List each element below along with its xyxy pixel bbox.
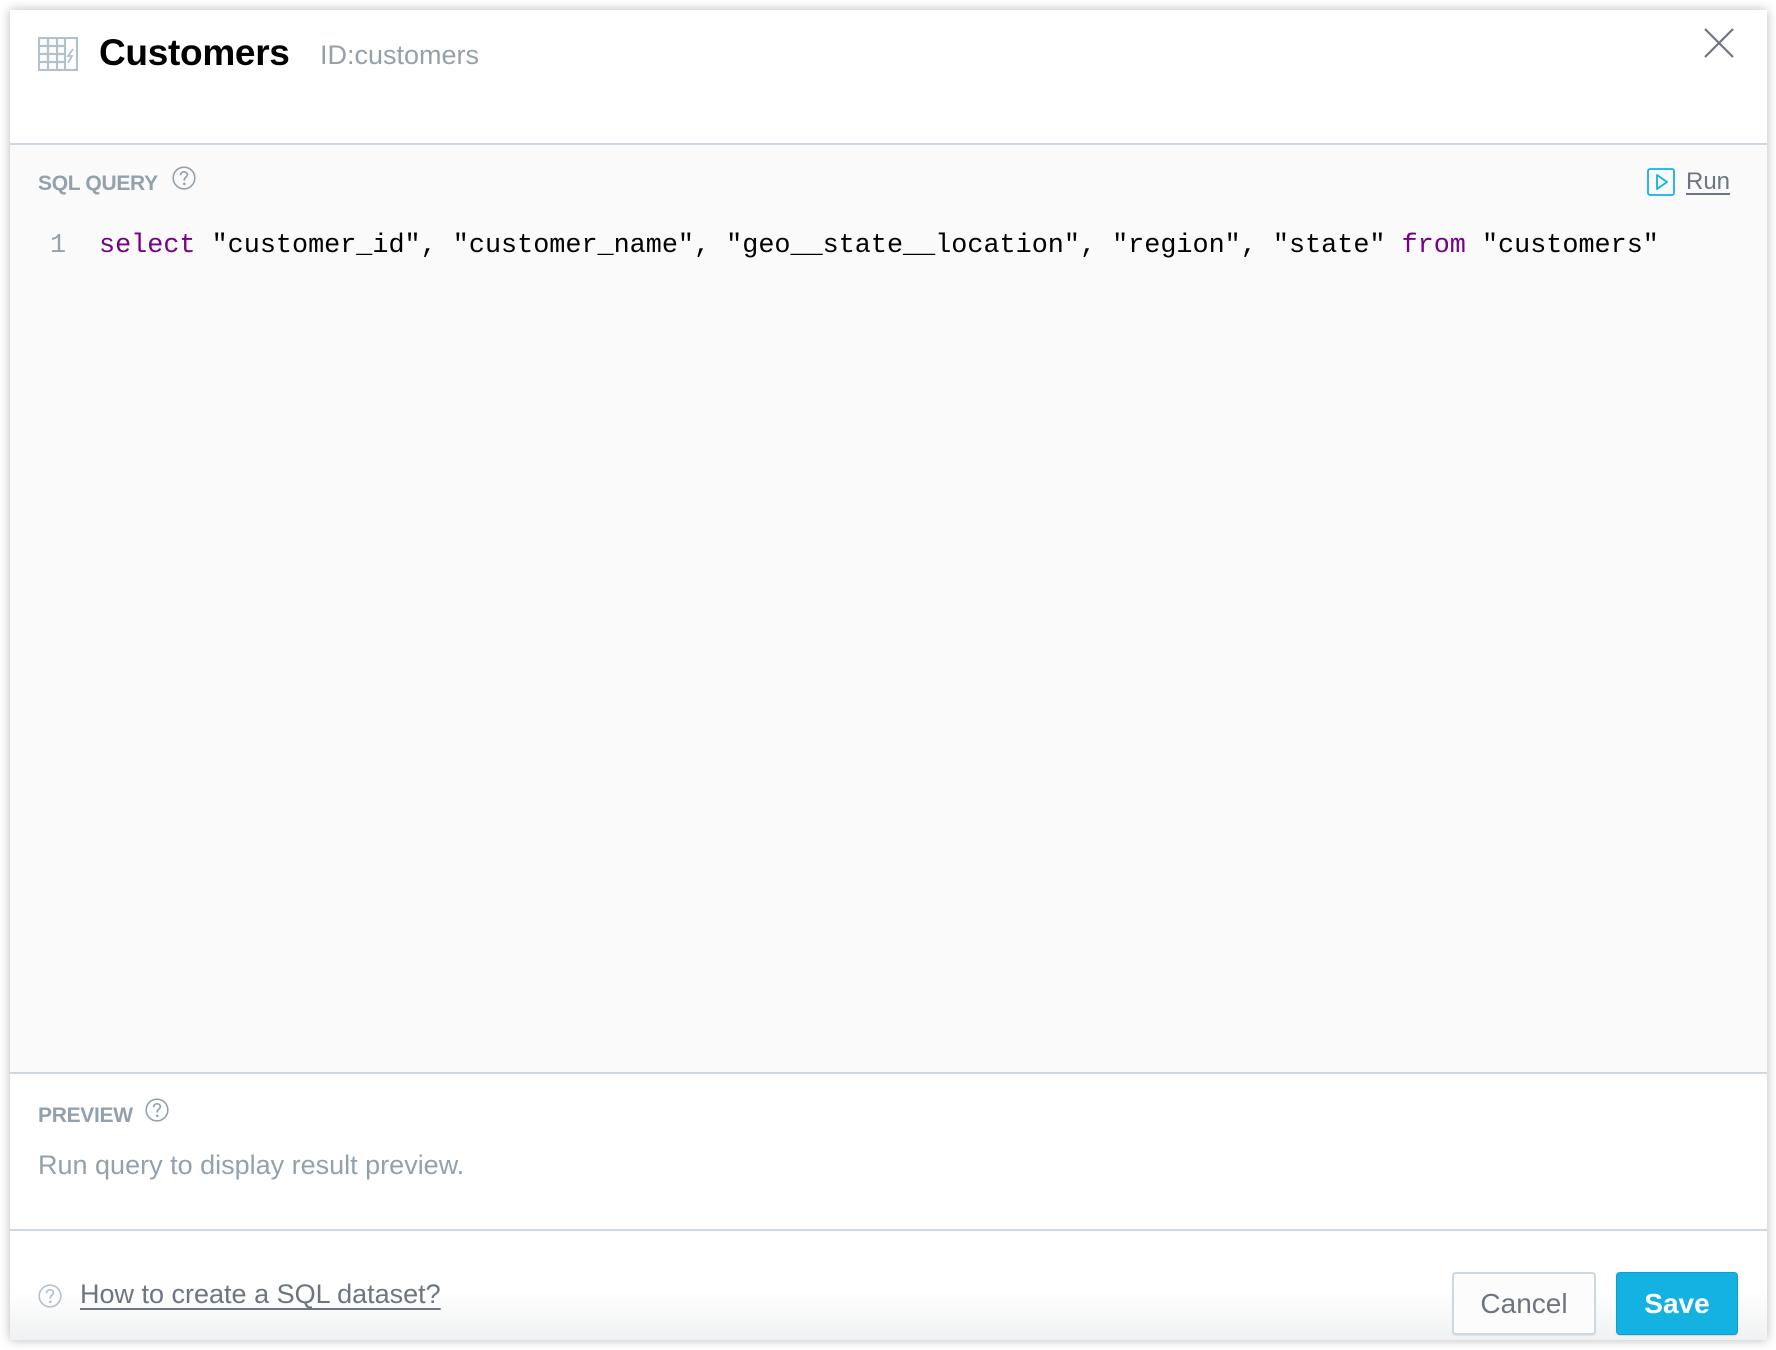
sql-dataset-dialog: Customers ID:customers SQL QUERY Run 1 s…	[10, 10, 1767, 1340]
question-circle-icon	[38, 1284, 62, 1308]
dataset-title: Customers	[99, 32, 290, 73]
preview-label: PREVIEW	[38, 1104, 133, 1127]
save-button[interactable]: Save	[1616, 1272, 1738, 1335]
run-label: Run	[1686, 168, 1731, 195]
line-number: 1	[50, 231, 67, 261]
preview-section: PREVIEW Run query to display result prev…	[10, 1074, 1767, 1231]
play-square-icon	[1647, 168, 1675, 196]
question-circle-icon[interactable]	[172, 166, 196, 190]
dataset-id: ID:customers	[320, 40, 480, 70]
sql-keyword: select	[99, 231, 196, 261]
sql-keyword: from	[1401, 231, 1466, 261]
sql-query-label: SQL QUERY	[38, 172, 158, 195]
close-icon[interactable]	[1703, 27, 1735, 59]
question-circle-icon[interactable]	[145, 1098, 169, 1122]
sql-plain-text: "customer_id", "customer_name", "geo__st…	[195, 231, 1402, 261]
dialog-header: Customers ID:customers	[10, 10, 1767, 145]
sql-plain-text: "customers"	[1465, 231, 1659, 261]
run-query-button[interactable]: Run	[1647, 167, 1730, 197]
sql-editor-section: SQL QUERY Run 1 select "customer_id", "c…	[10, 145, 1767, 1074]
dialog-footer: How to create a SQL dataset? Cancel Save	[10, 1231, 1767, 1340]
cancel-button[interactable]: Cancel	[1452, 1272, 1596, 1335]
preview-empty-message: Run query to display result preview.	[38, 1150, 465, 1180]
sql-code-input[interactable]: select "customer_id", "customer_name", "…	[99, 231, 1659, 261]
help-link[interactable]: How to create a SQL dataset?	[80, 1279, 441, 1310]
table-lightning-icon	[38, 37, 78, 71]
code-line[interactable]: 1 select "customer_id", "customer_name",…	[10, 229, 1767, 263]
